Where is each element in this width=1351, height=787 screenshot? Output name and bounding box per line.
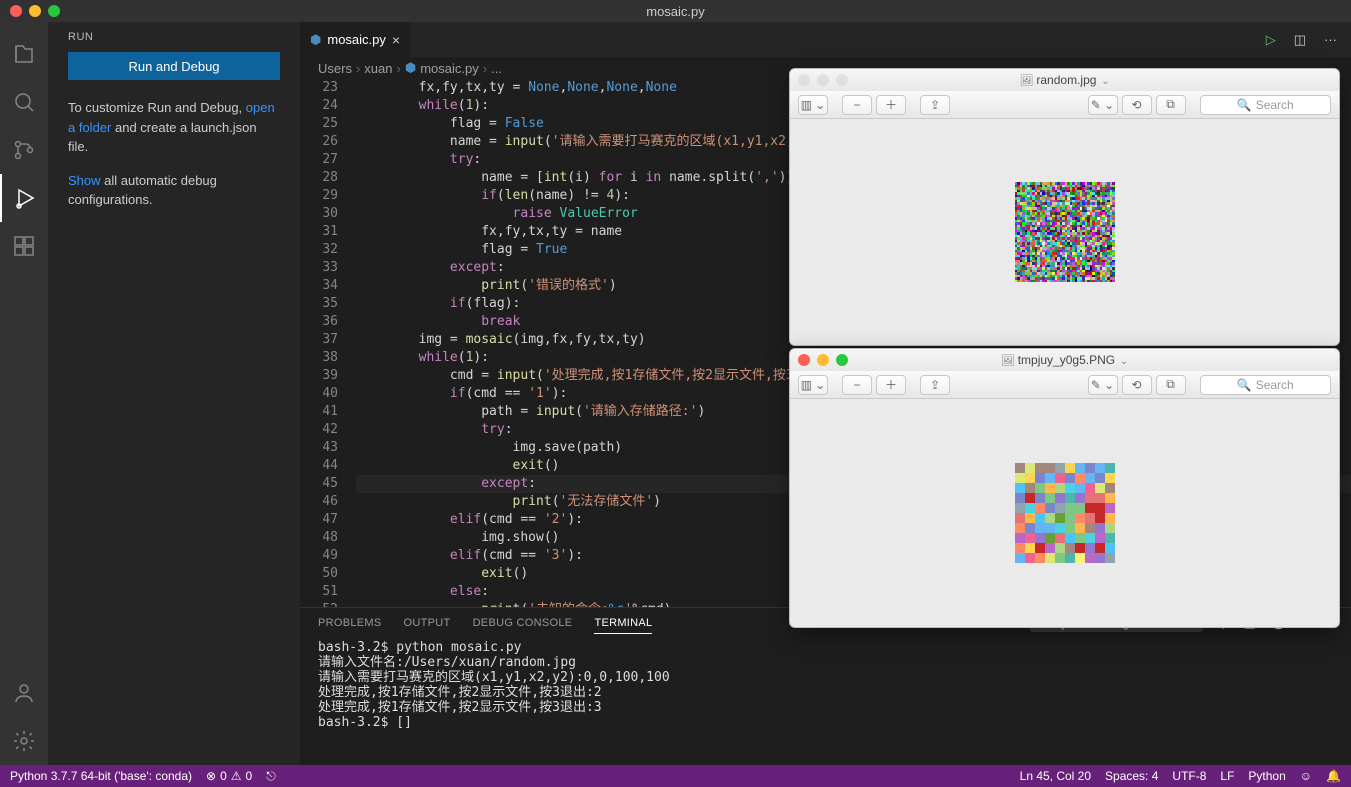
accounts-icon[interactable] [0, 669, 48, 717]
explorer-icon[interactable] [0, 30, 48, 78]
run-debug-icon[interactable] [0, 174, 48, 222]
preview-titlebar[interactable]: 🖼random.jpg ⌄ [790, 69, 1339, 91]
status-encoding[interactable]: UTF-8 [1172, 769, 1206, 783]
run-file-icon[interactable]: ▷ [1266, 32, 1276, 48]
line-gutter: 2324252627282930313233343536373839404142… [300, 79, 356, 607]
search-input[interactable]: 🔍 Search [1200, 375, 1332, 395]
preview-title: 🖼random.jpg ⌄ [790, 73, 1339, 87]
zoom-out-icon[interactable]: − [842, 95, 872, 115]
markup-icon[interactable]: ✎ ⌄ [1088, 375, 1118, 395]
share-icon[interactable]: ⇪ [920, 375, 950, 395]
editor-actions: ▷ ◫ ··· [1266, 22, 1351, 57]
status-lang[interactable]: Python [1248, 769, 1285, 783]
noise-image [1015, 182, 1115, 282]
status-cursor[interactable]: Ln 45, Col 20 [1020, 769, 1091, 783]
preview-window-mosaic[interactable]: 🖼tmpjuy_y0g5.PNG ⌄ ▥ ⌄ −＋ ⇪ ✎ ⌄⟲⧉ 🔍 Sear… [789, 348, 1340, 628]
close-window-button[interactable] [10, 5, 22, 17]
zoom-in-icon[interactable]: ＋ [876, 375, 906, 395]
sidebar-text-show: Show all automatic debug configurations. [68, 171, 280, 210]
preview-canvas [790, 119, 1339, 345]
extensions-icon[interactable] [0, 222, 48, 270]
crop-icon[interactable]: ⧉ [1156, 95, 1186, 115]
zoom-out-icon[interactable]: − [842, 375, 872, 395]
share-icon[interactable]: ⇪ [920, 95, 950, 115]
minimize-window-button[interactable] [29, 5, 41, 17]
settings-gear-icon[interactable] [0, 717, 48, 765]
preview-titlebar[interactable]: 🖼tmpjuy_y0g5.PNG ⌄ [790, 349, 1339, 371]
status-errors[interactable]: ⊗ 0 ⚠ 0 [206, 769, 252, 783]
sidebar-toggle-icon[interactable]: ▥ ⌄ [798, 375, 828, 395]
sidebar-text-customize: To customize Run and Debug, open a folde… [68, 98, 280, 157]
source-control-icon[interactable] [0, 126, 48, 174]
activity-bar [0, 22, 48, 765]
tab-label: mosaic.py [327, 32, 386, 47]
terminal-output[interactable]: bash-3.2$ python mosaic.py 请输入文件名:/Users… [300, 638, 1351, 765]
sidebar: RUN Run and Debug To customize Run and D… [48, 22, 300, 765]
rotate-icon[interactable]: ⟲ [1122, 95, 1152, 115]
tabs-row: ⬢ mosaic.py × ▷ ◫ ··· [300, 22, 1351, 57]
python-file-icon: ⬢ [310, 32, 321, 48]
status-bell-icon[interactable]: 🔔 [1326, 769, 1341, 783]
window-titlebar: mosaic.py [0, 0, 1351, 22]
zoom-in-icon[interactable]: ＋ [876, 95, 906, 115]
show-link[interactable]: Show [68, 173, 101, 188]
preview-canvas [790, 399, 1339, 627]
panel-tab-debug-console[interactable]: DEBUG CONSOLE [473, 613, 573, 634]
markup-icon[interactable]: ✎ ⌄ [1088, 95, 1118, 115]
preview-toolbar: ▥ ⌄ −＋ ⇪ ✎ ⌄⟲⧉ 🔍 Search [790, 371, 1339, 399]
window-title: mosaic.py [0, 4, 1351, 19]
sidebar-title: RUN [48, 22, 300, 52]
maximize-window-button[interactable] [48, 5, 60, 17]
status-eol[interactable]: LF [1220, 769, 1234, 783]
tab-mosaic-py[interactable]: ⬢ mosaic.py × [300, 22, 411, 57]
panel-tab-terminal[interactable]: TERMINAL [594, 613, 652, 634]
preview-window-random[interactable]: 🖼random.jpg ⌄ ▥ ⌄ −＋ ⇪ ✎ ⌄⟲⧉ 🔍 Search [789, 68, 1340, 346]
more-actions-icon[interactable]: ··· [1324, 32, 1337, 47]
rotate-icon[interactable]: ⟲ [1122, 375, 1152, 395]
panel-tab-output[interactable]: OUTPUT [404, 613, 451, 634]
close-tab-icon[interactable]: × [392, 32, 400, 48]
status-spaces[interactable]: Spaces: 4 [1105, 769, 1158, 783]
sidebar-toggle-icon[interactable]: ▥ ⌄ [798, 95, 828, 115]
crop-icon[interactable]: ⧉ [1156, 375, 1186, 395]
panel-tab-problems[interactable]: PROBLEMS [318, 613, 382, 634]
preview-title: 🖼tmpjuy_y0g5.PNG ⌄ [790, 353, 1339, 367]
statusbar: Python 3.7.7 64-bit ('base': conda) ⊗ 0 … [0, 765, 1351, 787]
search-icon[interactable] [0, 78, 48, 126]
preview-toolbar: ▥ ⌄ −＋ ⇪ ✎ ⌄⟲⧉ 🔍 Search [790, 91, 1339, 119]
search-input[interactable]: 🔍 Search [1200, 95, 1332, 115]
status-kernel-icon[interactable]: ⎋ [266, 769, 276, 784]
status-feedback-icon[interactable]: ☺ [1300, 769, 1312, 783]
run-and-debug-button[interactable]: Run and Debug [68, 52, 280, 80]
traffic-lights [10, 5, 60, 17]
mosaic-image [1015, 463, 1115, 563]
split-editor-icon[interactable]: ◫ [1294, 32, 1306, 48]
panel: PROBLEMSOUTPUTDEBUG CONSOLETERMINAL 1: P… [300, 607, 1351, 765]
status-python[interactable]: Python 3.7.7 64-bit ('base': conda) [10, 769, 192, 783]
